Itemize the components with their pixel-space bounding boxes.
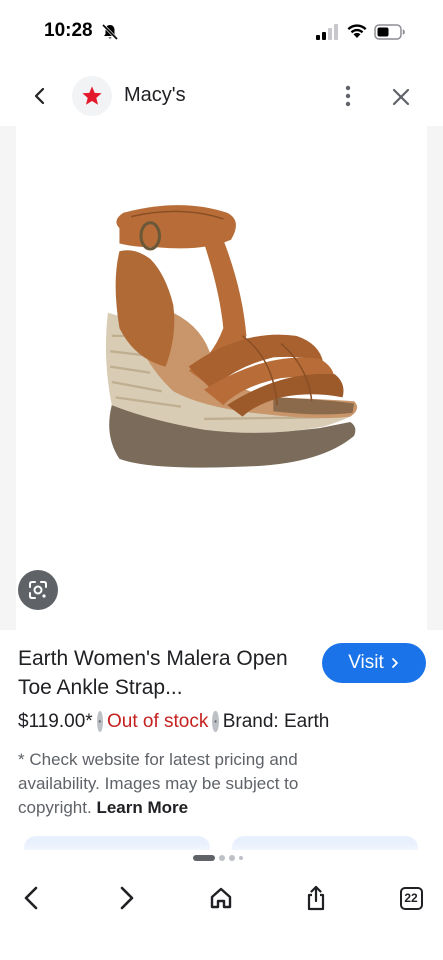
home-button[interactable] [205, 882, 237, 914]
image-viewer [0, 126, 443, 630]
chevron-right-icon [391, 658, 398, 668]
bottom-toolbar: 22 [0, 870, 443, 960]
brand: Brand: Earth [222, 711, 330, 732]
visit-button[interactable]: Visit [322, 643, 426, 683]
battery-icon [374, 24, 405, 40]
lens-icon [29, 581, 47, 599]
site-name[interactable]: Macy's [124, 84, 186, 107]
status-bar: 10:28 [0, 0, 443, 66]
price: $119.00* [18, 711, 93, 732]
page-dot [219, 855, 225, 861]
price-line: $119.00* · Out of stock · Brand: Earth [18, 711, 330, 732]
visit-label: Visit [348, 652, 384, 673]
page-dot [229, 855, 235, 861]
app-bar: Macy's [0, 66, 443, 126]
image-card[interactable] [16, 126, 427, 630]
signal-icon [316, 24, 338, 40]
page-dot [239, 856, 243, 860]
share-button[interactable] [300, 882, 332, 914]
more-vertical-icon[interactable] [338, 84, 358, 108]
disclaimer: * Check website for latest pricing and a… [18, 748, 348, 820]
sandal-image [105, 205, 358, 468]
chevron-right-icon [120, 886, 134, 910]
chevron-left-icon[interactable] [30, 86, 50, 106]
product-title[interactable]: Earth Women's Malera Open Toe Ankle Stra… [18, 644, 308, 702]
bell-slash-icon [101, 23, 119, 41]
back-button[interactable] [16, 882, 48, 914]
share-icon [307, 885, 325, 911]
page-dot-active [193, 855, 215, 861]
page-indicator [193, 854, 243, 862]
macys-star-logo [72, 76, 112, 116]
lens-button[interactable] [18, 570, 58, 610]
forward-button[interactable] [110, 882, 142, 914]
learn-more-link[interactable]: Learn More [96, 798, 188, 817]
status-time: 10:28 [44, 20, 93, 41]
close-icon[interactable] [390, 86, 412, 108]
stock-status: Out of stock [107, 711, 209, 732]
tab-count: 22 [399, 886, 423, 910]
wifi-icon [347, 24, 367, 38]
home-icon [210, 887, 232, 909]
chevron-left-icon [24, 886, 38, 910]
tabs-button[interactable]: 22 [395, 882, 427, 914]
